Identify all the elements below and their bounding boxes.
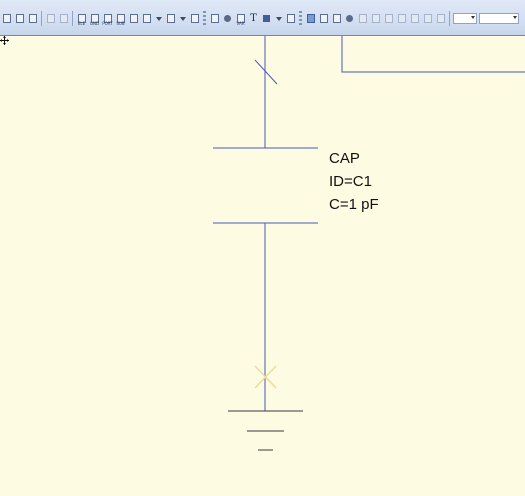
wand-icon[interactable] xyxy=(357,12,368,25)
port-label: PORT xyxy=(102,21,113,26)
delete-icon[interactable] xyxy=(344,12,355,25)
grid-icon[interactable] xyxy=(285,12,296,25)
component-value[interactable]: C=1 pF xyxy=(329,196,379,214)
mirror-icon[interactable] xyxy=(370,12,381,25)
draw-icon[interactable] xyxy=(165,12,176,25)
probe-icon[interactable] xyxy=(128,12,139,25)
subcircuit-frame[interactable] xyxy=(341,36,525,73)
component-id[interactable]: ID=C1 xyxy=(329,173,372,191)
component-dropdown-icon[interactable] xyxy=(274,12,283,25)
element-icon[interactable]: ELE xyxy=(76,12,87,26)
toolbar-separator xyxy=(449,11,450,26)
schematic-drawing xyxy=(213,36,525,451)
port-icon[interactable]: PORT xyxy=(102,12,113,26)
save-icon[interactable] xyxy=(27,12,38,25)
wire-icon[interactable] xyxy=(141,12,152,25)
toolbar-grip[interactable] xyxy=(299,11,302,26)
schematic-canvas[interactable]: CAP ID=C1 C=1 pF xyxy=(0,36,525,496)
ground-icon[interactable]: GND xyxy=(89,12,100,26)
zoom-select[interactable] xyxy=(453,13,477,24)
sub-icon[interactable]: SUB xyxy=(115,12,126,26)
redo-icon[interactable] xyxy=(58,12,69,25)
sub-label: SUB xyxy=(116,21,125,26)
tune-icon[interactable] xyxy=(189,12,200,25)
align-icon[interactable] xyxy=(396,12,407,25)
link-icon[interactable] xyxy=(209,12,220,25)
open-icon[interactable] xyxy=(14,12,25,25)
up-icon[interactable] xyxy=(409,12,420,25)
ground-label: GND xyxy=(89,21,100,26)
toolbar-grip[interactable] xyxy=(203,11,206,26)
var-label: VAR xyxy=(236,21,245,26)
move-cursor-icon xyxy=(0,36,9,45)
paste-icon[interactable] xyxy=(331,12,342,25)
wire-tick-mark xyxy=(254,59,278,85)
wire-dropdown-icon[interactable] xyxy=(154,12,163,25)
rotate-icon[interactable] xyxy=(383,12,394,25)
toolbar-strip: ELE GND PORT SUB VAR T xyxy=(0,9,520,28)
layout-icon[interactable] xyxy=(305,12,316,25)
toolbar-separator xyxy=(72,11,73,26)
print-icon[interactable] xyxy=(435,12,446,25)
down-icon[interactable] xyxy=(422,12,433,25)
component-name[interactable]: CAP xyxy=(329,150,360,168)
new-icon[interactable] xyxy=(1,12,12,25)
var-icon[interactable]: VAR xyxy=(235,12,246,26)
component-icon[interactable] xyxy=(261,12,272,25)
draw-dropdown-icon[interactable] xyxy=(178,12,187,25)
copy-icon[interactable] xyxy=(318,12,329,25)
undo-icon[interactable] xyxy=(45,12,56,25)
schematic-toolbar: ELE GND PORT SUB VAR T xyxy=(0,0,525,36)
toolbar-separator xyxy=(41,11,42,26)
layer-select[interactable] xyxy=(479,13,519,24)
equation-icon[interactable] xyxy=(222,12,233,25)
element-label: ELE xyxy=(77,21,86,26)
text-icon[interactable]: T xyxy=(248,12,259,25)
